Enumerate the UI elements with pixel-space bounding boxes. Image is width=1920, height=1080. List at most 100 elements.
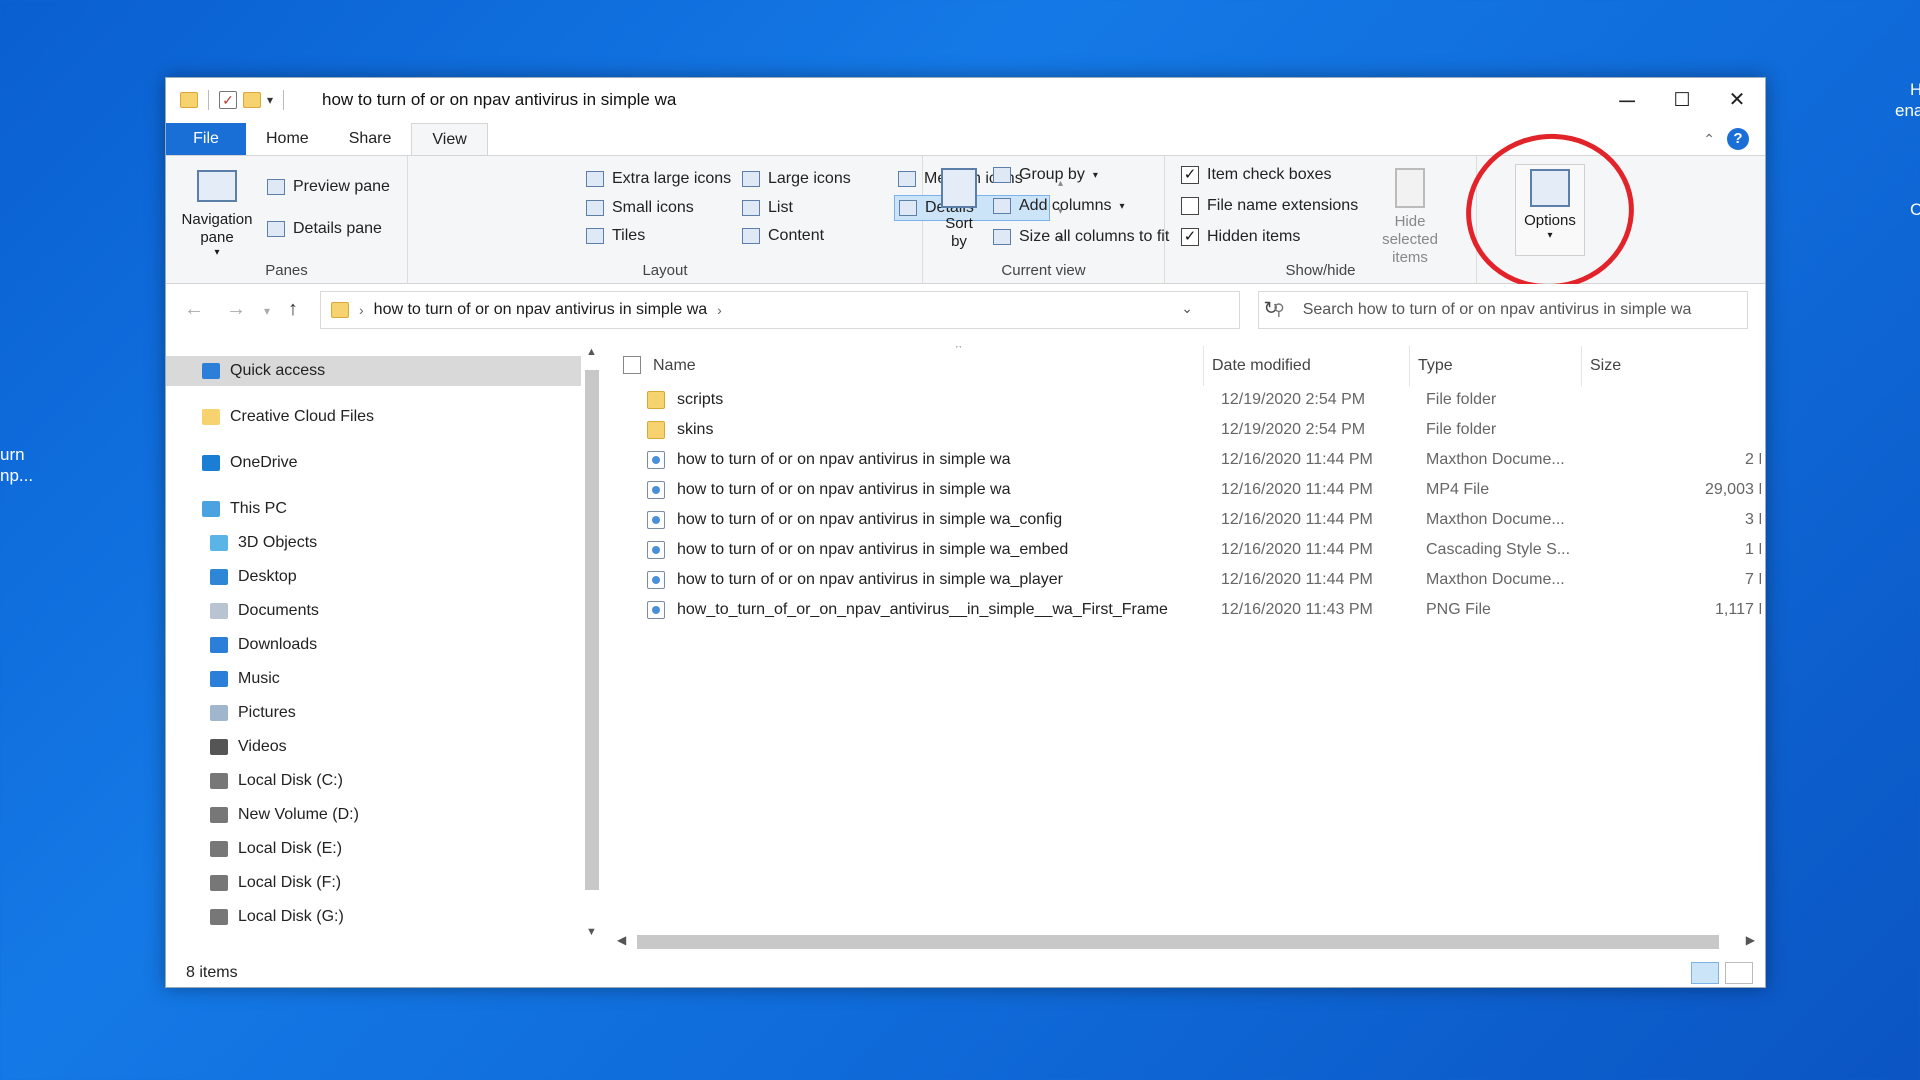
large-icons-option[interactable]: Large icons — [742, 170, 851, 188]
nav-item[interactable]: Pictures — [166, 698, 581, 728]
scrollbar-thumb[interactable] — [585, 370, 599, 890]
extra-large-icons-option[interactable]: Extra large icons — [586, 170, 731, 188]
desktop-icon-label[interactable]: C — [1910, 200, 1920, 220]
show-hide-group-label: Show/hide — [1285, 262, 1356, 279]
item-check-boxes-toggle[interactable]: ✓ Item check boxes — [1181, 166, 1332, 184]
file-date: 12/16/2020 11:44 PM — [1221, 481, 1373, 498]
desktop-icon-label[interactable]: H — [1910, 80, 1920, 100]
forward-arrow-icon[interactable]: → — [226, 298, 246, 321]
breadcrumb-path[interactable]: how to turn of or on npav antivirus in s… — [374, 301, 708, 319]
disk-icon — [210, 807, 228, 823]
scrollbar-thumb[interactable] — [637, 935, 1719, 949]
nav-item[interactable]: Documents — [166, 596, 581, 626]
back-arrow-icon[interactable]: ← — [184, 298, 204, 321]
chevron-down-icon: ▾ — [1119, 200, 1125, 212]
nav-item-label: Videos — [238, 738, 287, 755]
nav-item[interactable]: Local Disk (E:) — [166, 834, 581, 864]
group-by-label: Group by — [1019, 166, 1085, 183]
nav-item-label: Creative Cloud Files — [230, 408, 375, 425]
nav-item[interactable]: Local Disk (F:) — [166, 868, 581, 898]
properties-icon[interactable]: ✓ — [219, 91, 237, 109]
column-header-size[interactable]: Size — [1581, 346, 1761, 386]
collapse-ribbon-icon[interactable]: ⌃ — [1703, 131, 1715, 148]
file-row[interactable]: how to turn of or on npav antivirus in s… — [611, 536, 1761, 566]
details-pane-button[interactable]: Details pane — [267, 220, 382, 238]
file-size: 29,003 K — [1704, 481, 1761, 498]
list-option[interactable]: List — [742, 199, 793, 217]
up-arrow-icon[interactable]: ↑ — [288, 298, 298, 321]
divider — [208, 90, 209, 110]
horizontal-scrollbar[interactable]: ◀ ▶ — [611, 930, 1761, 954]
search-input[interactable]: ⚲ Search how to turn of or on npav antiv… — [1258, 291, 1748, 329]
close-button[interactable]: ✕ — [1707, 78, 1767, 123]
recent-locations-chevron-icon[interactable]: ▾ — [264, 304, 270, 318]
file-row[interactable]: how_to_turn_of_or_on_npav_antivirus__in_… — [611, 596, 1761, 626]
tab-file[interactable]: File — [166, 123, 246, 155]
breadcrumb-chevron-icon[interactable]: › — [717, 302, 722, 318]
tab-view[interactable]: View — [411, 123, 488, 155]
column-header-name[interactable]: Name — [653, 346, 1173, 386]
new-folder-icon[interactable] — [243, 92, 261, 108]
chevron-down-icon[interactable]: ▾ — [267, 93, 273, 107]
minimize-button[interactable]: ─ — [1597, 78, 1657, 123]
sort-by-button[interactable]: Sort by — [937, 168, 981, 251]
file-row[interactable]: how to turn of or on npav antivirus in s… — [611, 506, 1761, 536]
hide-selected-items-label: Hide selected items — [1382, 213, 1438, 266]
preview-pane-button[interactable]: Preview pane — [267, 178, 390, 196]
file-row[interactable]: scripts 12/19/2020 2:54 PM File folder — [611, 386, 1761, 416]
nav-item-label: This PC — [230, 500, 287, 517]
tiles-option[interactable]: Tiles — [586, 227, 645, 245]
nav-item[interactable]: Downloads — [166, 630, 581, 660]
nav-item[interactable]: 3D Objects — [166, 528, 581, 558]
tab-share[interactable]: Share — [329, 123, 412, 155]
nav-item[interactable]: Local Disk (C:) — [166, 766, 581, 796]
navigation-pane-button[interactable]: Navigation pane ▾ — [176, 170, 258, 258]
maximize-button[interactable]: ☐ — [1652, 78, 1712, 123]
panes-group: Navigation pane ▾ Preview pane Details p… — [166, 156, 408, 285]
nav-item[interactable]: OneDrive — [166, 448, 581, 478]
content-option[interactable]: Content — [742, 227, 824, 245]
desktop-icon-label[interactable]: urn — [0, 445, 25, 465]
large-icons-icon — [742, 171, 760, 187]
tab-home[interactable]: Home — [246, 123, 329, 155]
nav-item[interactable]: Desktop — [166, 562, 581, 592]
small-icons-icon — [586, 200, 604, 216]
nav-item[interactable]: New Volume (D:) — [166, 800, 581, 830]
file-row[interactable]: how to turn of or on npav antivirus in s… — [611, 566, 1761, 596]
file-name: how to turn of or on npav antivirus in s… — [677, 451, 1011, 468]
address-dropdown-icon[interactable]: ⌄ — [1181, 300, 1193, 317]
select-all-checkbox[interactable] — [623, 356, 641, 374]
nav-item[interactable]: Local Disk (G:) — [166, 902, 581, 932]
group-by-button[interactable]: Group by ▾ — [993, 166, 1098, 184]
nav-item[interactable]: This PC — [166, 494, 581, 524]
nav-item[interactable]: Videos — [166, 732, 581, 762]
nav-item[interactable]: Creative Cloud Files — [166, 402, 581, 432]
help-icon[interactable]: ? — [1727, 128, 1749, 150]
breadcrumb-chevron-icon[interactable]: › — [359, 302, 364, 318]
file-row[interactable]: how to turn of or on npav antivirus in s… — [611, 446, 1761, 476]
scroll-right-icon[interactable]: ▶ — [1746, 933, 1755, 947]
nav-item[interactable]: Quick access — [166, 356, 581, 386]
hide-selected-items-button[interactable]: Hide selected items — [1355, 168, 1465, 267]
file-row[interactable]: how to turn of or on npav antivirus in s… — [611, 476, 1761, 506]
size-all-columns-button[interactable]: Size all columns to fit — [993, 228, 1169, 246]
small-icons-option[interactable]: Small icons — [586, 199, 694, 217]
address-field[interactable]: › how to turn of or on npav antivirus in… — [320, 291, 1279, 329]
scroll-left-icon[interactable]: ◀ — [617, 933, 626, 947]
size-all-columns-label: Size all columns to fit — [1019, 228, 1170, 245]
scroll-down-icon[interactable]: ▼ — [586, 926, 597, 938]
desktop-icon-label[interactable]: np... — [0, 466, 33, 486]
nav-vertical-scrollbar[interactable]: ▲ ▼ — [581, 346, 603, 938]
desktop-icon-label[interactable]: ena — [1895, 101, 1920, 121]
scroll-up-icon[interactable]: ▲ — [586, 346, 597, 358]
column-header-type[interactable]: Type — [1409, 346, 1579, 386]
file-row[interactable]: skins 12/19/2020 2:54 PM File folder — [611, 416, 1761, 446]
hidden-items-toggle[interactable]: ✓ Hidden items — [1181, 228, 1300, 246]
large-icons-view-icon[interactable] — [1725, 962, 1753, 984]
size-columns-icon — [993, 229, 1011, 245]
nav-item[interactable]: Music — [166, 664, 581, 694]
add-columns-button[interactable]: Add columns ▾ — [993, 197, 1125, 215]
details-view-icon[interactable] — [1691, 962, 1719, 984]
file-name-extensions-toggle[interactable]: File name extensions — [1181, 197, 1358, 215]
column-header-date[interactable]: Date modified — [1203, 346, 1403, 386]
